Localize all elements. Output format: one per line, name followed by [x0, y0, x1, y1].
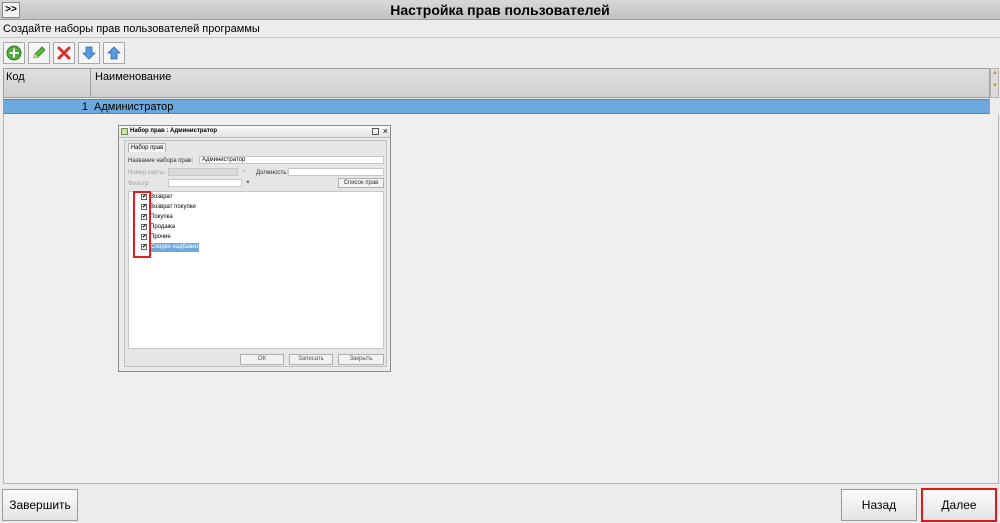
row-code: 1 [81, 101, 88, 113]
add-icon [6, 45, 22, 61]
column-header-code[interactable]: Код [4, 69, 91, 98]
add-button[interactable] [3, 42, 25, 64]
filter-field [168, 179, 242, 187]
edit-button[interactable] [28, 42, 50, 64]
tree-item-label: Скидки надбавки [150, 243, 200, 252]
page-subtitle: Создайте наборы прав пользователей прогр… [3, 23, 260, 35]
card-field [168, 168, 238, 176]
grid-scrollbar[interactable]: ▲ ▼ [990, 68, 999, 98]
tree-item-label: Покупка [150, 214, 173, 220]
tree-item-label: Прочие [150, 234, 171, 240]
delete-button[interactable] [53, 42, 75, 64]
tree-item-label: Продажа [150, 224, 176, 230]
save-button: Записать [289, 354, 333, 365]
card-clear-icon: × [242, 169, 246, 175]
tree-item-label: Возврат [150, 194, 173, 200]
rights-tree: + ✔ Возврат + ✔ Возврат покупки + ✔ Покупка… [128, 191, 384, 349]
rights-list-button: Список прав [338, 178, 384, 188]
table-row[interactable]: 1 Администратор [3, 99, 990, 114]
column-header-name[interactable]: Наименование [91, 69, 175, 98]
dialog-panel: Набор прав Название набора прав: Админис… [124, 140, 387, 367]
dialog-tab: Набор прав [128, 143, 166, 152]
next-button[interactable]: Далее [921, 488, 997, 522]
dialog-titlebar: Набор прав : Администратор × [119, 126, 390, 138]
ok-button: ОК [240, 354, 284, 365]
dialog-window-icon [121, 128, 128, 135]
filter-label: Фильтр: [128, 181, 150, 187]
window-title: Настройка прав пользователей [390, 2, 610, 18]
edit-icon [33, 46, 46, 59]
grid-header: Код Наименование [3, 68, 990, 98]
name-field: Администратор [199, 156, 384, 164]
filter-clear-icon: × [246, 180, 250, 186]
close-icon: × [382, 126, 388, 136]
instruction-screenshot: Набор прав : Администратор × Набор прав … [118, 125, 391, 372]
position-field [288, 168, 384, 176]
delete-icon [57, 46, 71, 60]
dialog-title: Набор прав : Администратор [130, 128, 218, 134]
card-label: Номер карты: [128, 170, 167, 176]
name-label: Название набора прав: [128, 158, 194, 164]
tree-item-label: Возврат покупки [150, 204, 196, 210]
move-up-icon [107, 46, 121, 60]
row-name: Администратор [94, 101, 174, 113]
scroll-up-icon[interactable]: ▲ [992, 70, 998, 76]
window-titlebar: >> Настройка прав пользователей [0, 0, 1000, 20]
divider [0, 37, 1000, 38]
back-button[interactable]: Назад [841, 489, 917, 521]
red-highlight-frame [133, 191, 151, 258]
maximize-icon [372, 128, 379, 135]
move-down-button[interactable] [78, 42, 100, 64]
move-up-button[interactable] [103, 42, 125, 64]
toolbar [3, 42, 125, 64]
move-down-icon [82, 46, 96, 60]
position-label: Должность: [256, 170, 289, 176]
close-button: Закрыть [338, 354, 384, 365]
finish-button[interactable]: Завершить [2, 489, 78, 521]
scroll-down-icon[interactable]: ▼ [992, 83, 998, 89]
